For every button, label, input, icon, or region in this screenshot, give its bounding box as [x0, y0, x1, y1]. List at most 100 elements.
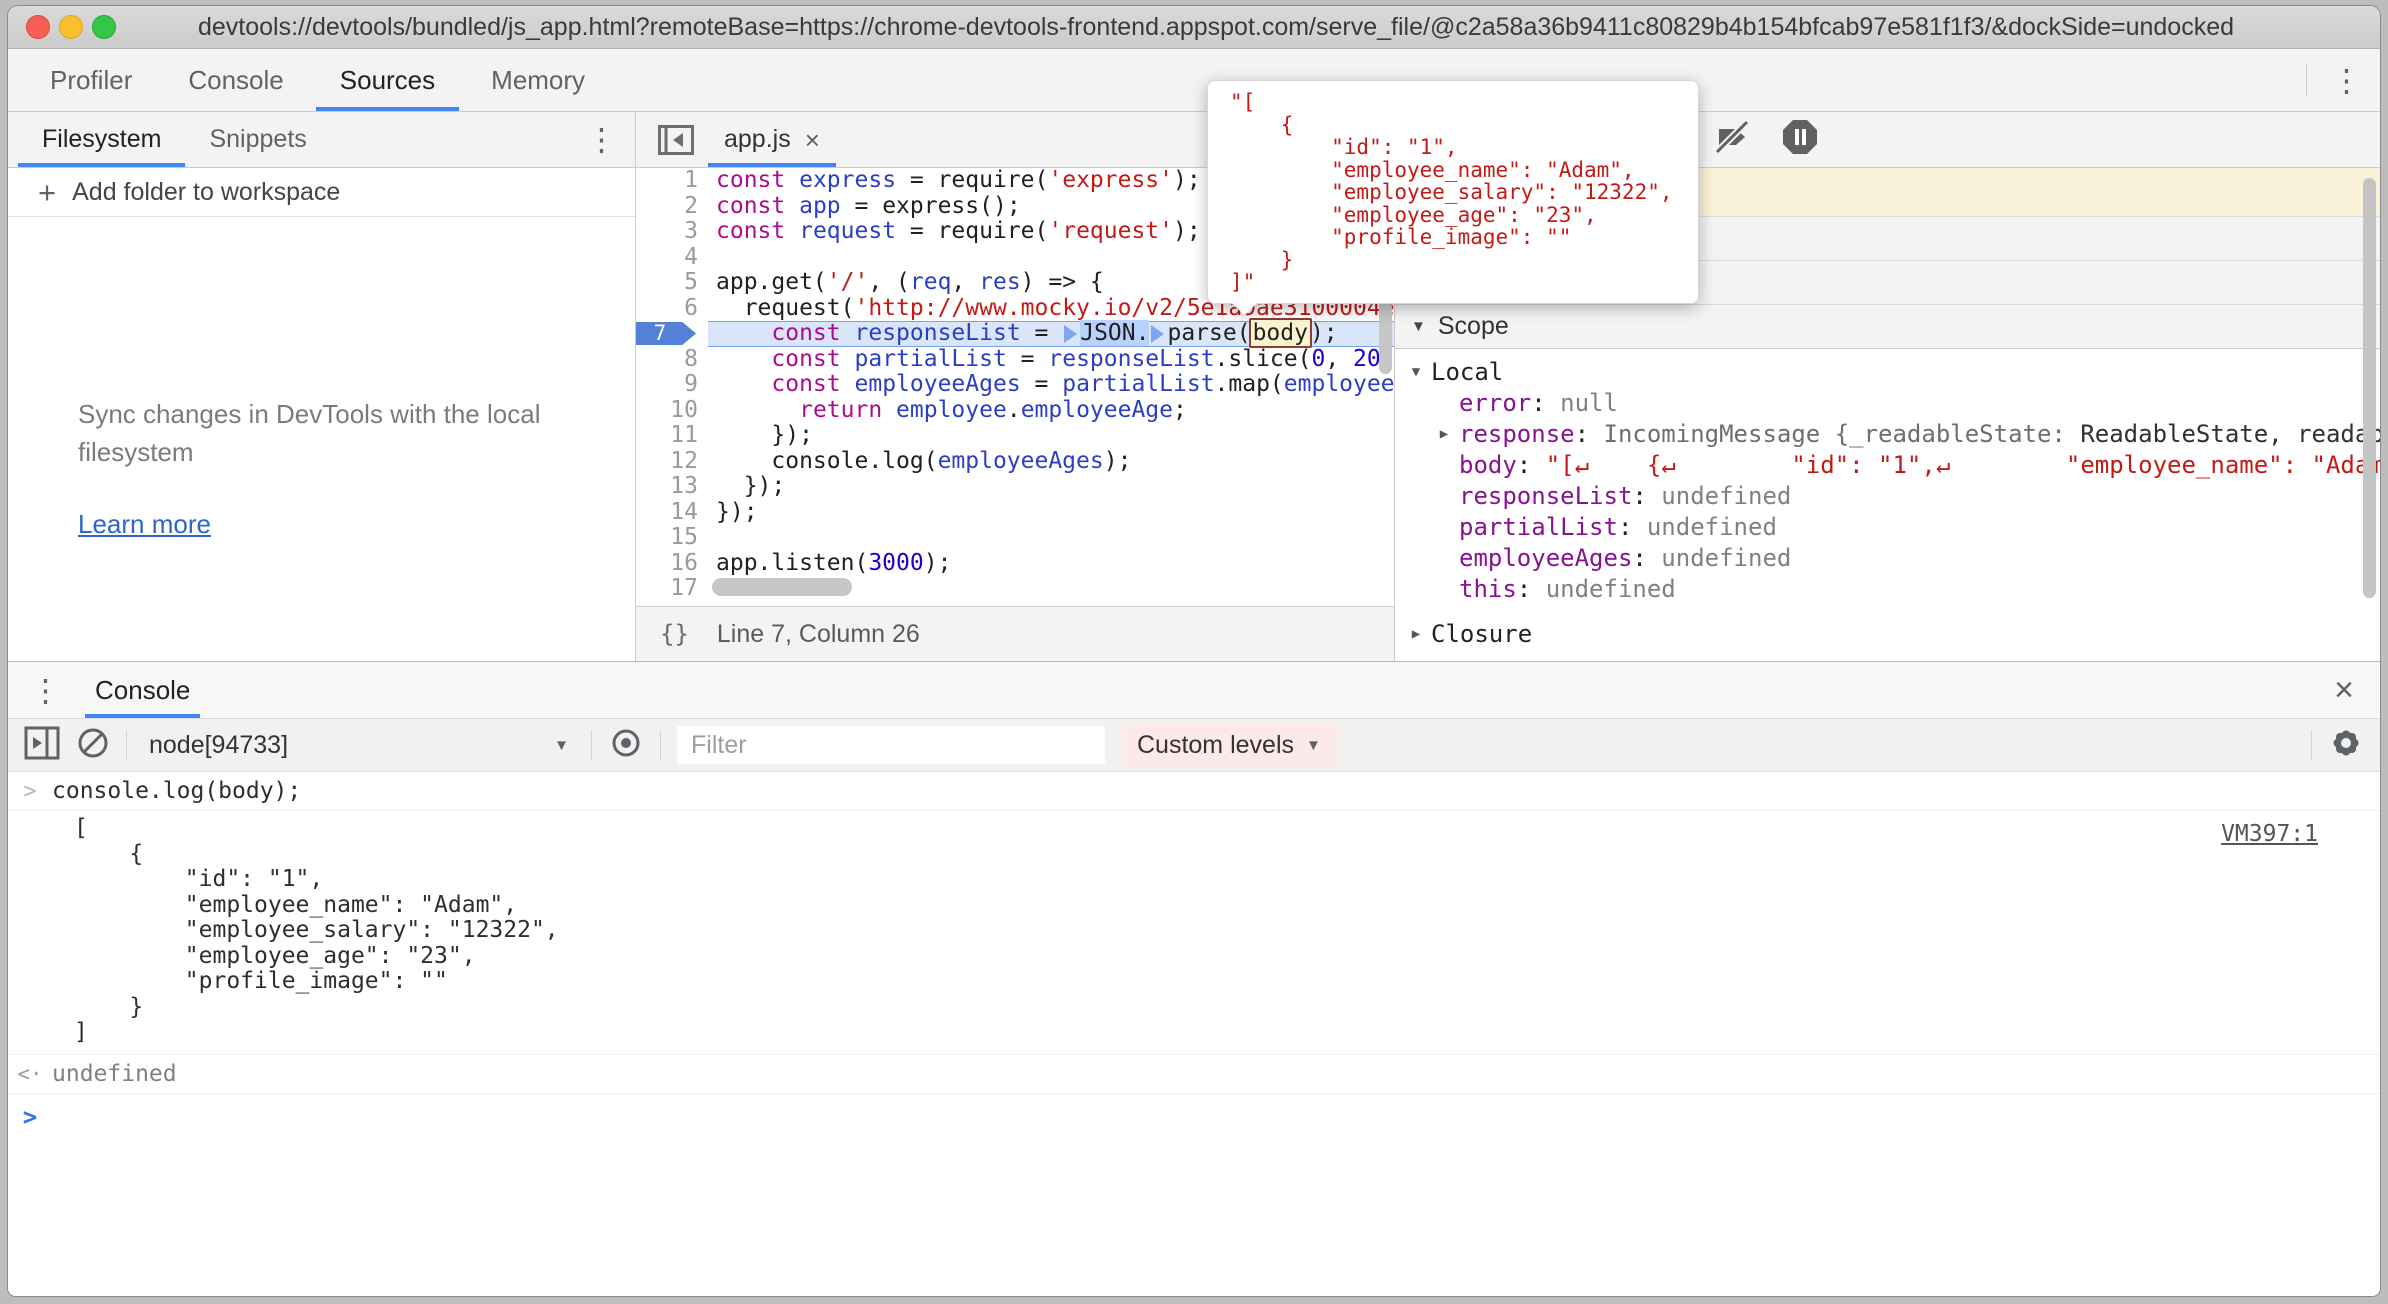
- console-command-text: console.log(body);: [52, 778, 301, 804]
- popover-value-text: "[ { "id": "1", "employee_name": "Adam",…: [1230, 91, 1698, 294]
- code-line-text: });: [708, 500, 1394, 526]
- hovered-variable-body[interactable]: body: [1249, 318, 1312, 348]
- navigator-menu-button[interactable]: ⋮: [586, 124, 635, 155]
- close-tab-icon[interactable]: ×: [805, 127, 820, 153]
- scope-variable-body[interactable]: body: "[↵ {↵ "id": "1",↵ "employee_name"…: [1395, 450, 2380, 481]
- add-folder-button[interactable]: + Add folder to workspace: [8, 168, 635, 217]
- expander-spacer: [1429, 388, 1459, 419]
- expander-icon[interactable]: ▶: [1401, 619, 1431, 650]
- zoom-window-button[interactable]: [92, 15, 116, 39]
- console-filter-input[interactable]: [677, 726, 1105, 764]
- expander-spacer: [1429, 450, 1459, 481]
- line-number-gutter[interactable]: 12: [636, 449, 708, 475]
- code-line[interactable]: 8 const partialList = responseList.slice…: [636, 347, 1394, 373]
- main-menu-button[interactable]: ⋮: [2331, 65, 2362, 96]
- code-line[interactable]: 11 });: [636, 423, 1394, 449]
- editor-vertical-scrollbar[interactable]: [1379, 300, 1392, 374]
- navigator-tab-snippets[interactable]: Snippets: [185, 112, 330, 167]
- execution-context-selector[interactable]: node[94733] ▼: [143, 731, 575, 760]
- toolbar-divider: [2306, 63, 2307, 97]
- command-chevron-icon: >: [8, 779, 52, 804]
- code-line-text: console.log(employeeAges);: [708, 449, 1394, 475]
- code-line[interactable]: 9 const employeeAges = partialList.map(e…: [636, 372, 1394, 398]
- custom-levels-dropdown[interactable]: Custom levels ▼: [1121, 723, 1337, 768]
- value-preview-popover: "[ { "id": "1", "employee_name": "Adam",…: [1207, 80, 1699, 304]
- continue-to-here-icon[interactable]: [1151, 325, 1164, 343]
- editor-tab-appjs[interactable]: app.js ×: [708, 112, 836, 167]
- toggle-navigator-icon[interactable]: [648, 112, 704, 167]
- plus-icon: +: [38, 177, 56, 208]
- code-line-text: const partialList = responseList.slice(0…: [708, 347, 1394, 373]
- console-settings-gear-icon[interactable]: [2328, 725, 2364, 766]
- scope-variable-responseList[interactable]: responseList: undefined: [1395, 481, 2380, 512]
- code-line[interactable]: 7 const responseList = JSON.parse(body);: [636, 321, 1394, 347]
- line-number-gutter[interactable]: 15: [636, 525, 708, 551]
- tab-sources[interactable]: Sources: [312, 49, 463, 111]
- line-number-gutter[interactable]: 3: [636, 219, 708, 245]
- tab-console[interactable]: Console: [160, 49, 311, 111]
- clear-console-icon[interactable]: [76, 726, 110, 765]
- titlebar[interactable]: devtools://devtools/bundled/js_app.html?…: [8, 6, 2380, 49]
- horizontal-scrollbar[interactable]: [712, 578, 852, 596]
- sources-panel: FilesystemSnippets ⋮ + Add folder to wor…: [8, 112, 2380, 661]
- line-number-gutter[interactable]: 4: [636, 245, 708, 271]
- line-number-gutter[interactable]: 16: [636, 551, 708, 577]
- line-number-gutter[interactable]: 14: [636, 500, 708, 526]
- tab-profiler[interactable]: Profiler: [22, 49, 160, 111]
- format-code-button[interactable]: {}: [660, 620, 689, 648]
- line-number-gutter[interactable]: 17: [636, 576, 708, 602]
- eye-icon[interactable]: [608, 725, 644, 766]
- returned-value: undefined: [52, 1061, 177, 1087]
- code-line-text: [708, 525, 1394, 551]
- code-line-text: return employee.employeeAge;: [708, 398, 1394, 424]
- scope-variable-partialList[interactable]: partialList: undefined: [1395, 512, 2380, 543]
- code-line[interactable]: 13 });: [636, 474, 1394, 500]
- code-line[interactable]: 14});: [636, 500, 1394, 526]
- line-number-gutter[interactable]: 2: [636, 194, 708, 220]
- source-location-link[interactable]: VM397:1: [2221, 821, 2318, 847]
- scope-section-header[interactable]: ▼ Scope: [1395, 305, 2380, 349]
- console-drawer-tab[interactable]: Console: [85, 662, 200, 718]
- add-folder-label: Add folder to workspace: [72, 178, 340, 207]
- drawer-menu-button[interactable]: ⋮: [8, 662, 61, 718]
- chevron-down-icon: ▼: [1411, 318, 1426, 335]
- close-drawer-icon[interactable]: ×: [2334, 662, 2380, 718]
- scope-variable-response[interactable]: ▶response: IncomingMessage {_readableSta…: [1395, 419, 2380, 450]
- console-output: > console.log(body); VM397:1 [ { "id": "…: [8, 772, 2380, 1296]
- line-number-gutter[interactable]: 8: [636, 347, 708, 373]
- code-line[interactable]: 15: [636, 525, 1394, 551]
- line-number-gutter[interactable]: 10: [636, 398, 708, 424]
- code-line[interactable]: 12 console.log(employeeAges);: [636, 449, 1394, 475]
- line-number-gutter[interactable]: 9: [636, 372, 708, 398]
- deactivate-breakpoints-icon[interactable]: [1712, 119, 1752, 160]
- scope-variable-employeeAges[interactable]: employeeAges: undefined: [1395, 543, 2380, 574]
- pause-on-exceptions-icon[interactable]: [1780, 117, 1820, 162]
- line-number-gutter[interactable]: 1: [636, 168, 708, 194]
- continue-to-here-icon[interactable]: [1064, 325, 1077, 343]
- navigator-tab-filesystem[interactable]: Filesystem: [18, 112, 185, 167]
- line-number-gutter[interactable]: 7: [636, 321, 708, 347]
- expander-spacer: [1429, 543, 1459, 574]
- code-line[interactable]: 10 return employee.employeeAge;: [636, 398, 1394, 424]
- expander-icon[interactable]: ▶: [1429, 419, 1459, 450]
- code-line[interactable]: 16app.listen(3000);: [636, 551, 1394, 577]
- minimize-window-button[interactable]: [59, 15, 83, 39]
- scope-group-closure[interactable]: ▶Closure: [1395, 619, 2380, 650]
- panel-scrollbar[interactable]: [2363, 178, 2376, 598]
- return-value-icon: <·: [8, 1062, 52, 1086]
- learn-more-link[interactable]: Learn more: [78, 509, 635, 540]
- scope-variable-error[interactable]: error: null: [1395, 388, 2380, 419]
- window-title: devtools://devtools/bundled/js_app.html?…: [198, 6, 2234, 48]
- line-number-gutter[interactable]: 5: [636, 270, 708, 296]
- console-sidebar-icon[interactable]: [24, 726, 60, 765]
- scope-variable-this[interactable]: this: undefined: [1395, 574, 2380, 605]
- expander-icon[interactable]: ▼: [1401, 357, 1431, 388]
- execution-line-breakpoint-arrow[interactable]: 7: [636, 322, 696, 345]
- line-number-gutter[interactable]: 13: [636, 474, 708, 500]
- close-window-button[interactable]: [26, 15, 50, 39]
- line-number-gutter[interactable]: 6: [636, 296, 708, 322]
- console-prompt[interactable]: >: [8, 1094, 2380, 1140]
- scope-group-local[interactable]: ▼Local: [1395, 357, 2380, 388]
- tab-memory[interactable]: Memory: [463, 49, 613, 111]
- line-number-gutter[interactable]: 11: [636, 423, 708, 449]
